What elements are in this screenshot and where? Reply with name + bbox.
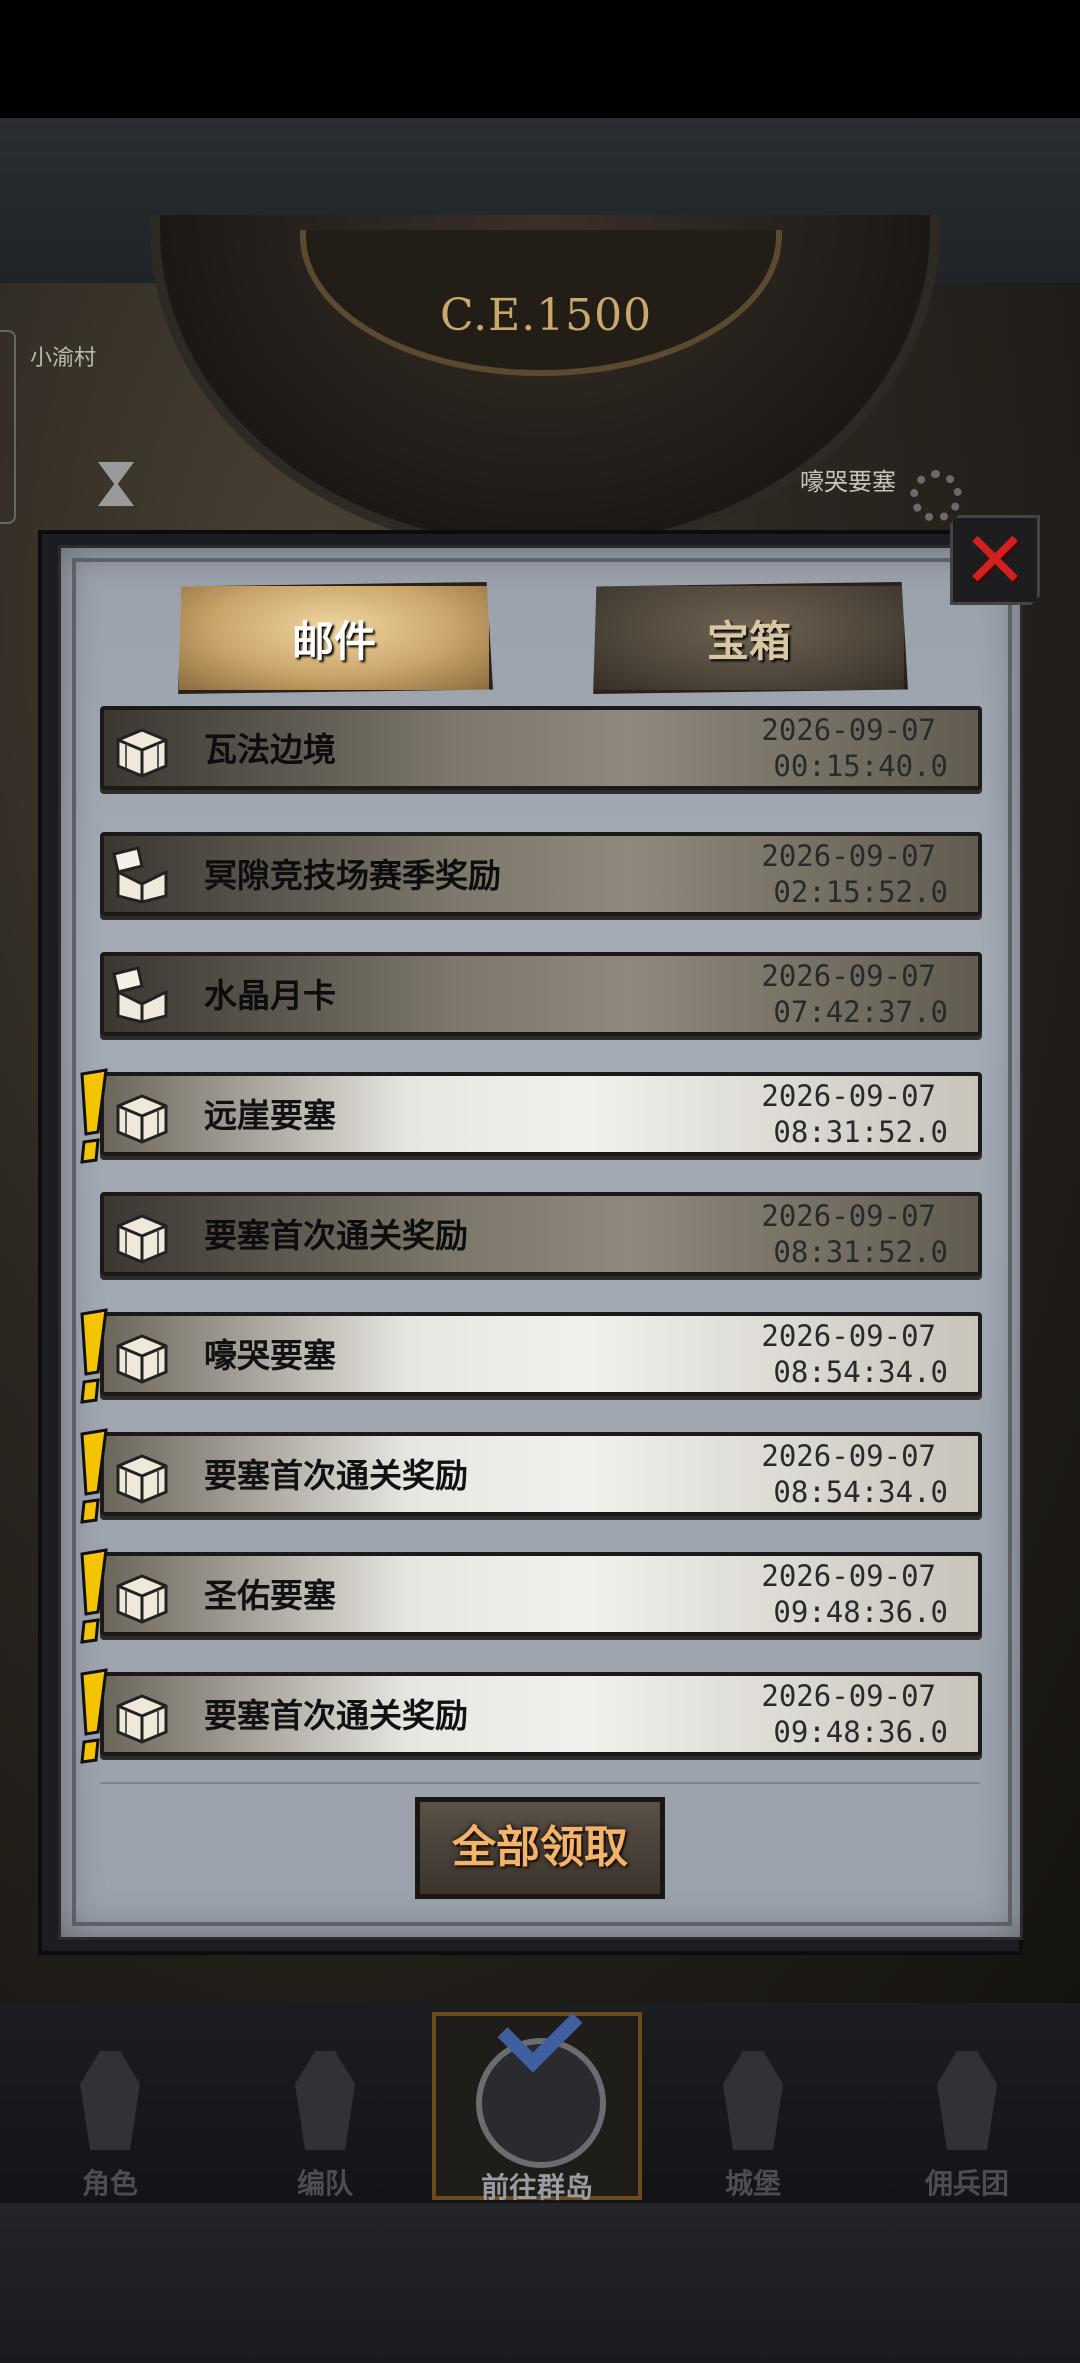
mail-item[interactable]: 远崖要塞 2026-09-07 08:31:52.0 — [80, 1068, 982, 1164]
mail-date: 2026-09-07 — [761, 1559, 936, 1593]
era-label: C.E.1500 — [440, 290, 653, 341]
nav-label: 佣兵团 — [924, 2167, 1009, 2200]
mail-title: 瓦法边境 — [204, 730, 336, 769]
castle-icon — [723, 2051, 783, 2150]
mail-item[interactable]: 嚎哭要塞 2026-09-07 08:54:34.0 — [80, 1308, 982, 1404]
knight-icon — [80, 2051, 140, 2150]
mail-list[interactable]: 瓦法边境 2026-09-07 00:15:40.0 冥隙竞技场赛季奖励 2026-09… — [80, 706, 988, 1772]
mail-time: 02:15:52.0 — [773, 875, 948, 909]
claim-all-button[interactable]: 全部领取 — [415, 1797, 665, 1899]
mail-item[interactable]: 水晶月卡 2026-09-07 07:42:37.0 — [100, 952, 982, 1036]
mail-time: 09:48:36.0 — [773, 1715, 948, 1749]
mail-item[interactable]: 冥隙竞技场赛季奖励 2026-09-07 02:15:52.0 — [100, 832, 982, 916]
mail-title: 要塞首次通关奖励 — [204, 1216, 468, 1255]
unread-alert-icon — [80, 1068, 108, 1164]
open-chest-icon — [112, 966, 168, 1024]
chest-icon — [116, 1454, 168, 1504]
mail-item[interactable]: 要塞首次通关奖励 2026-09-07 09:48:36.0 — [80, 1668, 982, 1764]
mail-time: 09:48:36.0 — [773, 1595, 948, 1629]
nav-item[interactable]: 城堡 — [648, 2012, 858, 2200]
mail-title: 冥隙竞技场赛季奖励 — [204, 856, 501, 895]
mail-time: 08:31:52.0 — [773, 1235, 948, 1269]
chest-icon — [116, 1094, 168, 1144]
mail-date: 2026-09-07 — [761, 1679, 936, 1713]
mail-time: 08:54:34.0 — [773, 1475, 948, 1509]
status-bar-area — [0, 0, 1080, 118]
mail-item[interactable]: 圣佑要塞 2026-09-07 09:48:36.0 — [80, 1548, 982, 1644]
mail-title: 要塞首次通关奖励 — [204, 1696, 468, 1735]
mail-date: 2026-09-07 — [761, 1319, 936, 1353]
bottom-band — [0, 2203, 1080, 2363]
tab-mail[interactable]: 邮件 — [178, 582, 493, 694]
mail-time: 00:15:40.0 — [773, 749, 948, 783]
mail-title: 嚎哭要塞 — [204, 1336, 336, 1375]
mail-item[interactable]: 要塞首次通关奖励 2026-09-07 08:31:52.0 — [100, 1192, 982, 1276]
nav-label: 城堡 — [724, 2167, 781, 2200]
divider — [100, 1782, 980, 1784]
unread-alert-icon — [80, 1428, 108, 1524]
helmet-icon — [295, 2051, 355, 2150]
mail-title: 圣佑要塞 — [204, 1576, 336, 1615]
mail-title: 远崖要塞 — [204, 1096, 336, 1135]
nav-label: 编队 — [296, 2167, 353, 2200]
mail-time: 07:42:37.0 — [773, 995, 948, 1029]
nav-item[interactable]: 编队 — [220, 2012, 430, 2200]
chest-icon — [116, 728, 168, 778]
mail-date: 2026-09-07 — [761, 1199, 936, 1233]
mail-item[interactable]: 瓦法边境 2026-09-07 00:15:40.0 — [100, 706, 982, 790]
nav-item[interactable]: 佣兵团 — [862, 2012, 1072, 2200]
mail-date: 2026-09-07 — [761, 713, 936, 747]
tab-chest[interactable]: 宝箱 — [593, 582, 908, 694]
nav-item[interactable]: 角色 — [5, 2012, 215, 2200]
close-icon: ✕ — [962, 516, 1028, 606]
mail-item[interactable]: 要塞首次通关奖励 2026-09-07 08:54:34.0 — [80, 1428, 982, 1524]
mail-date: 2026-09-07 — [761, 959, 936, 993]
open-chest-icon — [112, 846, 168, 904]
chest-icon — [116, 1574, 168, 1624]
side-drawer-handle[interactable] — [0, 330, 16, 524]
unread-alert-icon — [80, 1308, 108, 1404]
chest-icon — [116, 1214, 168, 1264]
mail-title: 要塞首次通关奖励 — [204, 1456, 468, 1495]
gear-icon[interactable] — [910, 470, 962, 522]
nav-label: 前往群岛 — [480, 2171, 593, 2204]
mail-date: 2026-09-07 — [761, 839, 936, 873]
chest-icon — [116, 1334, 168, 1384]
mail-date: 2026-09-07 — [761, 1439, 936, 1473]
mail-time: 08:54:34.0 — [773, 1355, 948, 1389]
close-button[interactable]: ✕ — [950, 515, 1040, 605]
map-location-label: 小渝村 — [30, 346, 97, 371]
nav-label: 角色 — [81, 2167, 138, 2200]
mail-date: 2026-09-07 — [761, 1079, 936, 1113]
unread-alert-icon — [80, 1668, 108, 1764]
mail-title: 水晶月卡 — [204, 976, 336, 1015]
chest-icon — [116, 1694, 168, 1744]
unread-alert-icon — [80, 1548, 108, 1644]
map-location-label: 嚎哭要塞 — [800, 468, 896, 496]
mail-time: 08:31:52.0 — [773, 1115, 948, 1149]
ship-icon — [937, 2051, 997, 2150]
